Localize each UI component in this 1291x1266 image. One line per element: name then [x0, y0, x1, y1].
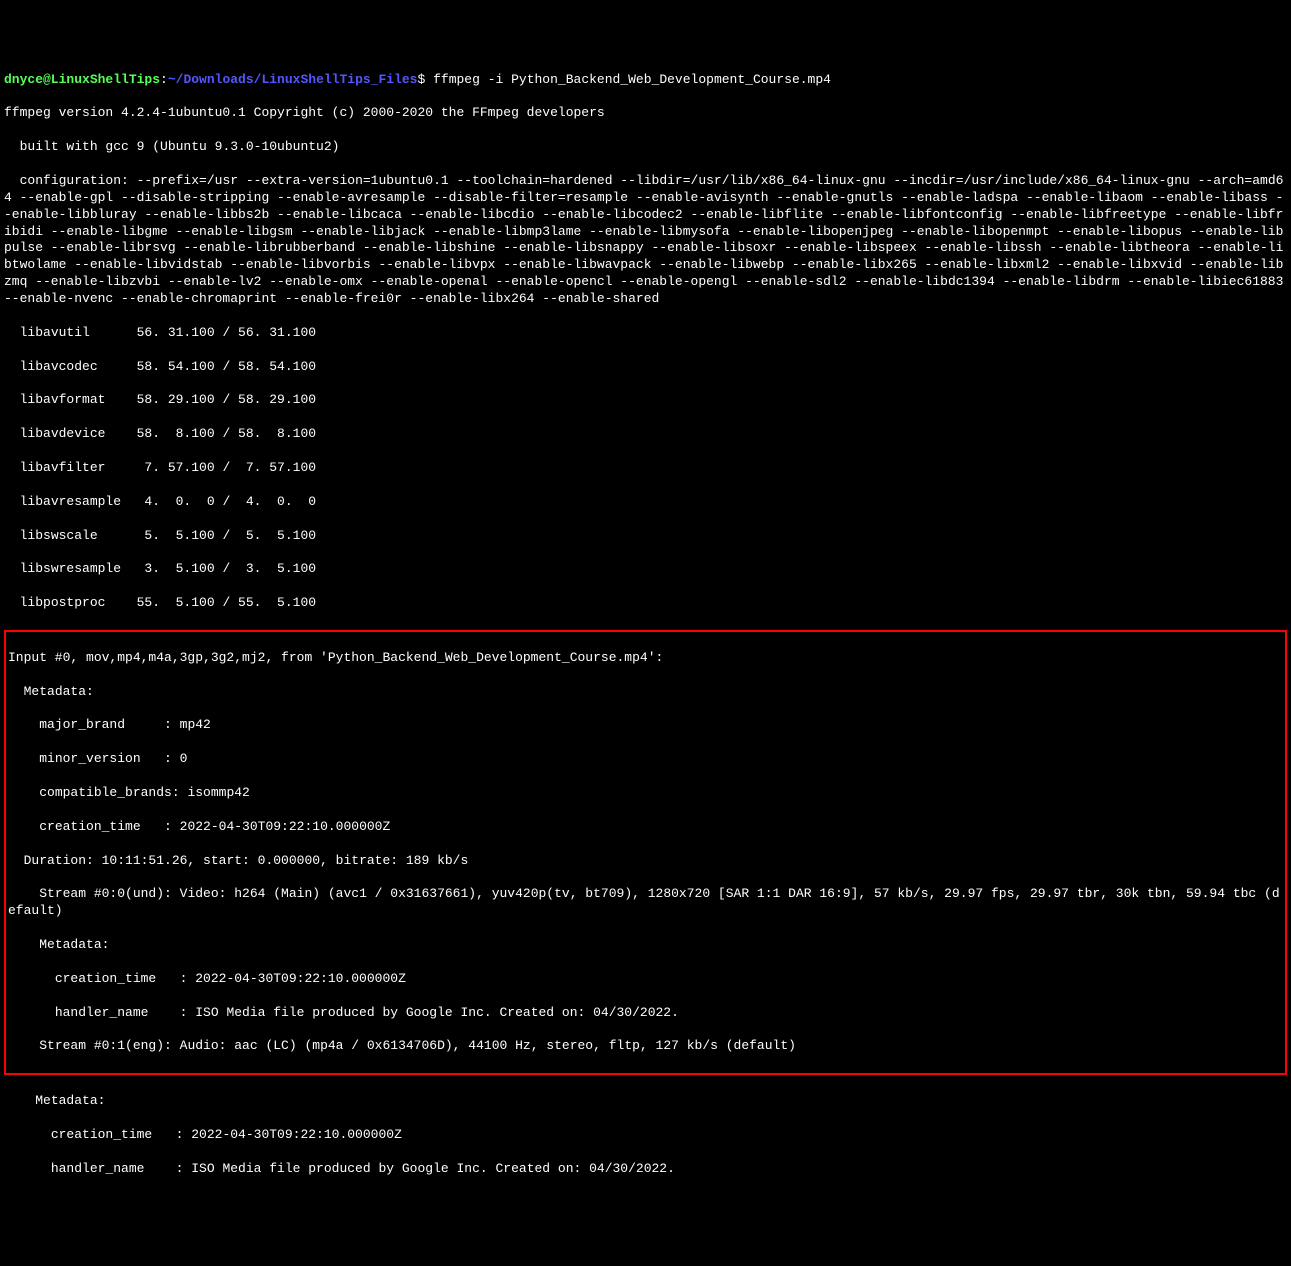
libswresample-line: libswresample 3. 5.100 / 3. 5.100	[4, 561, 1287, 578]
major-brand-line: major_brand : mp42	[8, 717, 1283, 734]
creation-time-line-1: creation_time : 2022-04-30T09:22:10.0000…	[8, 819, 1283, 836]
libavformat-line: libavformat 58. 29.100 / 58. 29.100	[4, 392, 1287, 409]
command-text[interactable]: ffmpeg -i Python_Backend_Web_Development…	[433, 72, 831, 87]
minor-version-line: minor_version : 0	[8, 751, 1283, 768]
metadata-label-2: Metadata:	[8, 937, 1283, 954]
libavcodec-line: libavcodec 58. 54.100 / 58. 54.100	[4, 359, 1287, 376]
libpostproc-line: libpostproc 55. 5.100 / 55. 5.100	[4, 595, 1287, 612]
compatible-brands-line: compatible_brands: isommp42	[8, 785, 1283, 802]
prompt-colon: :	[160, 72, 168, 87]
creation-time-line-2: creation_time : 2022-04-30T09:22:10.0000…	[8, 971, 1283, 988]
highlighted-output-box: Input #0, mov,mp4,m4a,3gp,3g2,mj2, from …	[4, 630, 1287, 1075]
ffmpeg-version-line: ffmpeg version 4.2.4-1ubuntu0.1 Copyrigh…	[4, 105, 1287, 122]
metadata-label-3: Metadata:	[4, 1093, 1287, 1110]
handler-name-line-2: handler_name : ISO Media file produced b…	[4, 1161, 1287, 1178]
metadata-label-1: Metadata:	[8, 684, 1283, 701]
prompt-path: ~/Downloads/LinuxShellTips_Files	[168, 72, 418, 87]
libavdevice-line: libavdevice 58. 8.100 / 58. 8.100	[4, 426, 1287, 443]
creation-time-line-3: creation_time : 2022-04-30T09:22:10.0000…	[4, 1127, 1287, 1144]
stream-1-line: Stream #0:1(eng): Audio: aac (LC) (mp4a …	[8, 1038, 1283, 1055]
libavutil-line: libavutil 56. 31.100 / 56. 31.100	[4, 325, 1287, 342]
stream-0-line: Stream #0:0(und): Video: h264 (Main) (av…	[8, 886, 1283, 920]
libavresample-line: libavresample 4. 0. 0 / 4. 0. 0	[4, 494, 1287, 511]
handler-name-line-1: handler_name : ISO Media file produced b…	[8, 1005, 1283, 1022]
libavfilter-line: libavfilter 7. 57.100 / 7. 57.100	[4, 460, 1287, 477]
libswscale-line: libswscale 5. 5.100 / 5. 5.100	[4, 528, 1287, 545]
ffmpeg-config-line: configuration: --prefix=/usr --extra-ver…	[4, 173, 1287, 308]
prompt-dollar: $	[417, 72, 433, 87]
duration-line: Duration: 10:11:51.26, start: 0.000000, …	[8, 853, 1283, 870]
prompt-user-host: dnyce@LinuxShellTips	[4, 72, 160, 87]
ffmpeg-built-line: built with gcc 9 (Ubuntu 9.3.0-10ubuntu2…	[4, 139, 1287, 156]
terminal-prompt-line: dnyce@LinuxShellTips:~/Downloads/LinuxSh…	[4, 72, 1287, 89]
input-line: Input #0, mov,mp4,m4a,3gp,3g2,mj2, from …	[8, 650, 1283, 667]
